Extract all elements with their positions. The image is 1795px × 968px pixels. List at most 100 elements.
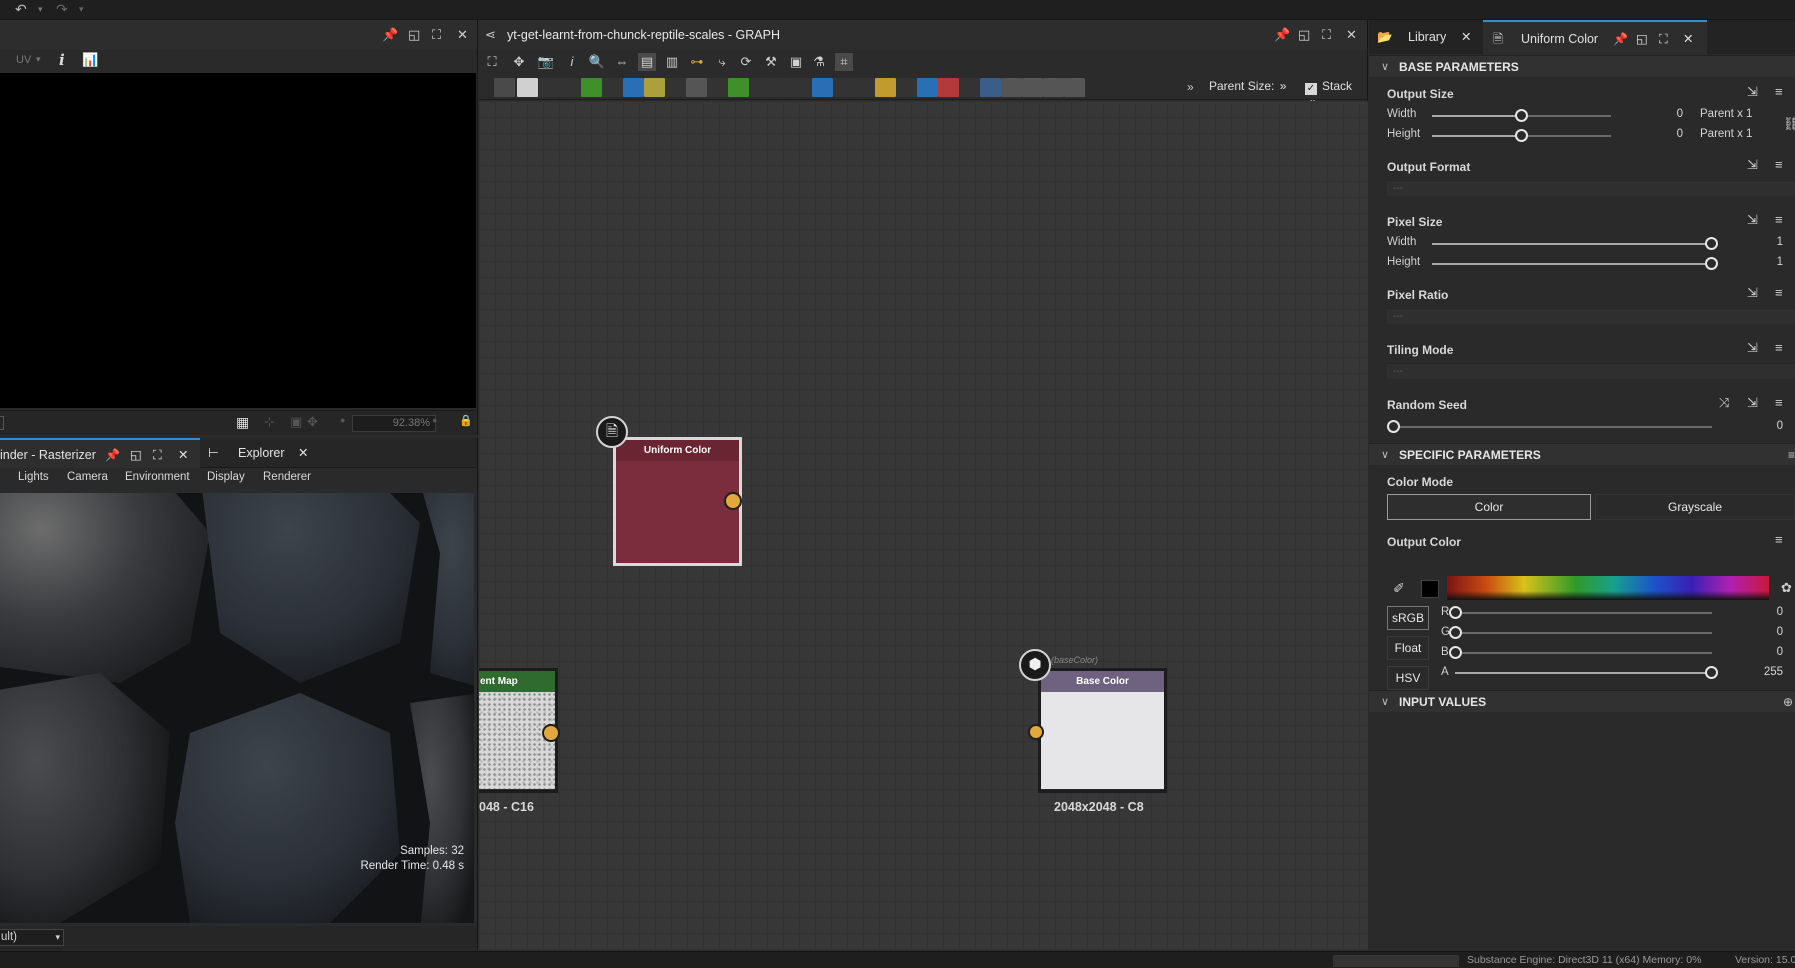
float-window-icon[interactable]: ◱ (1636, 22, 1648, 56)
pixel-height-value[interactable]: 1 (1739, 256, 1783, 268)
tab-uniform-color[interactable]: 🗎 Uniform Color 📌 ◱ ⛶ ✕ (1483, 20, 1707, 54)
parent-size-control[interactable]: Parent Size: » (1209, 79, 1286, 93)
height-slider-track[interactable] (1523, 135, 1611, 137)
input-color-node-icon[interactable] (1022, 78, 1043, 97)
inherit-icon[interactable]: ⇲ (1747, 285, 1758, 301)
uniform-color-node[interactable]: Uniform Color (613, 437, 742, 566)
menu-icon[interactable]: ≡ (1775, 84, 1783, 99)
channel-b-value[interactable]: 0 (1739, 646, 1783, 658)
menu-icon[interactable]: ≡ (1775, 157, 1783, 172)
color-spectrum-picker[interactable] (1447, 576, 1769, 600)
input-port[interactable] (1028, 724, 1044, 740)
close-icon[interactable]: ✕ (1346, 27, 1357, 43)
pattern-node-icon[interactable] (707, 78, 728, 97)
undo-history-chevron-icon[interactable]: ▾ (38, 4, 43, 15)
zoom-in-icon[interactable]: ● (432, 415, 437, 425)
input-node-icon[interactable] (749, 78, 770, 97)
add-icon[interactable]: ⊕ (1783, 691, 1793, 713)
float-window-icon[interactable]: ◱ (408, 27, 420, 43)
fit-icon[interactable]: ✥ (307, 414, 318, 430)
width-slider-track[interactable] (1523, 115, 1611, 117)
pin-icon[interactable]: 📌 (105, 440, 120, 470)
tiling-icon[interactable]: ⊹ (264, 414, 275, 430)
close-icon[interactable]: ✕ (298, 438, 308, 468)
menu-renderer[interactable]: Renderer (263, 471, 311, 483)
zoom-out-icon[interactable]: ● (340, 415, 345, 425)
tab-3d-view[interactable]: inder - Rasterizer 📌 ◱ ⛶ ✕ (0, 438, 200, 468)
maximize-icon[interactable]: ⛶ (432, 27, 441, 43)
search-icon[interactable]: 🔍 (588, 53, 606, 71)
levels-node-icon[interactable] (602, 78, 623, 97)
channel-swatch[interactable] (0, 416, 4, 430)
pixel-processor-node-icon[interactable] (959, 78, 980, 97)
histogram-node-icon[interactable] (791, 78, 812, 97)
menu-display[interactable]: Display (207, 471, 245, 483)
transform-node-icon[interactable] (560, 78, 581, 97)
random-seed-value[interactable]: 0 (1739, 420, 1783, 432)
layout-icon[interactable]: ▤ (638, 53, 656, 71)
frame-all-icon[interactable]: ⛶ (483, 53, 501, 71)
grid-icon[interactable]: ▦ (236, 414, 249, 431)
float-mode-button[interactable]: Float (1387, 636, 1429, 660)
pixel-width-slider-track[interactable] (1432, 243, 1712, 245)
graph-canvas[interactable]: Uniform Color 🗎 ent Map 048 - C16 Base C… (479, 101, 1368, 950)
height-value[interactable]: 0 (1639, 128, 1683, 140)
channel-r-knob[interactable] (1449, 606, 1462, 619)
pan-icon[interactable]: ✥ (510, 53, 528, 71)
link-icon[interactable]: ⇔ (613, 53, 631, 71)
histogram-icon[interactable]: 📊 (82, 52, 98, 68)
tools-icon[interactable]: ⚒ (762, 53, 780, 71)
palette-icon[interactable]: ✿ (1781, 580, 1792, 596)
channel-b-knob[interactable] (1449, 646, 1462, 659)
shape-node-icon[interactable] (665, 78, 686, 97)
wire-style-icon[interactable]: ⤷ (713, 53, 731, 71)
base-parameters-header[interactable]: ∨ BASE PARAMETERS (1369, 55, 1795, 77)
lock-icon[interactable]: 🔒 (459, 414, 473, 427)
pin-icon[interactable]: 📌 (382, 27, 398, 43)
uv-chevron-icon[interactable]: ▾ (36, 54, 41, 65)
dither-node-icon[interactable] (833, 78, 854, 97)
warp-node-icon[interactable] (623, 78, 644, 97)
float-window-icon[interactable]: ◱ (130, 440, 142, 470)
width-relative[interactable]: Parent x 1 (1700, 108, 1752, 120)
align-icon[interactable]: ▥ (663, 53, 681, 71)
inherit-icon[interactable]: ⇲ (1747, 157, 1758, 173)
specific-parameters-header[interactable]: ∨ SPECIFIC PARAMETERS ≡ (1369, 443, 1795, 465)
menu-icon[interactable]: ≡ (1788, 444, 1795, 466)
shuffle-icon[interactable]: ⤨ (1719, 395, 1729, 411)
directional-blur-node-icon[interactable] (917, 78, 938, 97)
info-icon[interactable]: i (59, 51, 65, 69)
inherit-icon[interactable]: ⇲ (1747, 395, 1758, 411)
output-format-dropdown[interactable]: --- (1387, 180, 1795, 196)
input-gray-node-icon[interactable] (1043, 78, 1064, 97)
output-port[interactable] (724, 492, 742, 510)
height-slider-knob[interactable] (1515, 129, 1528, 142)
redo-history-chevron-icon[interactable]: ▾ (79, 4, 84, 15)
pixel-height-slider-knob[interactable] (1705, 257, 1718, 270)
color-mode-grayscale-button[interactable]: Grayscale (1595, 494, 1795, 520)
float-window-icon[interactable]: ◱ (1298, 27, 1310, 43)
hsv-mode-button[interactable]: HSV (1387, 666, 1429, 690)
gradient-node-icon[interactable] (644, 78, 665, 97)
pin-icon[interactable]: 📌 (1274, 27, 1290, 43)
info-icon[interactable]: i (563, 53, 581, 71)
pixel-ratio-dropdown[interactable]: --- (1387, 308, 1795, 324)
channel-b-track[interactable] (1462, 652, 1712, 654)
clean-icon[interactable]: ⚗ (810, 53, 828, 71)
channel-r-value[interactable]: 0 (1739, 606, 1783, 618)
maximize-icon[interactable]: ⛶ (1322, 27, 1331, 43)
pin-icon[interactable]: 📌 (1613, 22, 1628, 56)
color-swatch[interactable] (1421, 580, 1439, 598)
menu-icon[interactable]: ≡ (1775, 285, 1783, 300)
width-slider-knob[interactable] (1515, 109, 1528, 122)
pixel-width-slider-knob[interactable] (1705, 237, 1718, 250)
color-mode-color-button[interactable]: Color (1387, 494, 1591, 520)
width-value[interactable]: 0 (1639, 108, 1683, 120)
inherit-icon[interactable]: ⇲ (1747, 84, 1758, 100)
emboss-node-icon[interactable] (875, 78, 896, 97)
grid-snap-icon[interactable]: ⌗ (835, 53, 853, 71)
menu-icon[interactable]: ≡ (1775, 340, 1783, 355)
channel-g-knob[interactable] (1449, 626, 1462, 639)
close-icon[interactable]: ✕ (1461, 20, 1471, 54)
screenshot-icon[interactable]: 📷 (537, 53, 555, 71)
